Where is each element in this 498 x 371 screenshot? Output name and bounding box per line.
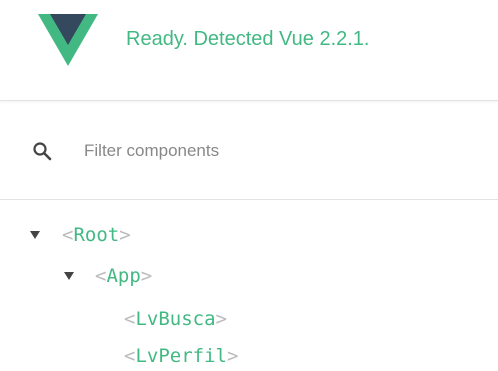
component-tag: <App> bbox=[95, 263, 152, 289]
search-icon bbox=[33, 142, 52, 161]
open-bracket: < bbox=[62, 224, 74, 246]
component-tag: <LvBusca> bbox=[124, 306, 227, 332]
close-bracket: > bbox=[215, 308, 227, 330]
caret-down-icon[interactable] bbox=[64, 272, 74, 280]
component-tree: <Root> <App> <LvBusca> <LvPerfil> bbox=[0, 200, 498, 371]
component-name: LvPerfil bbox=[135, 345, 227, 367]
tree-item-lvperfil[interactable]: <LvPerfil> bbox=[0, 341, 498, 371]
status-message: Ready. Detected Vue 2.2.1. bbox=[126, 28, 370, 50]
component-name: App bbox=[106, 265, 141, 287]
tree-item-app[interactable]: <App> bbox=[0, 261, 498, 291]
filter-components-input[interactable] bbox=[76, 137, 472, 165]
open-bracket: < bbox=[124, 308, 136, 330]
open-bracket: < bbox=[95, 265, 107, 287]
tree-item-lvbusca[interactable]: <LvBusca> bbox=[0, 304, 498, 334]
close-bracket: > bbox=[140, 265, 153, 287]
devtools-header: Ready. Detected Vue 2.2.1. bbox=[0, 0, 498, 101]
component-name: Root bbox=[73, 224, 120, 246]
tree-item-root[interactable]: <Root> bbox=[0, 220, 498, 250]
component-name: LvBusca bbox=[135, 308, 216, 330]
open-bracket: < bbox=[124, 345, 136, 367]
component-tag: <LvPerfil> bbox=[124, 343, 238, 369]
component-search-bar bbox=[0, 101, 498, 200]
component-tag: <Root> bbox=[62, 222, 131, 248]
close-bracket: > bbox=[119, 224, 131, 246]
close-bracket: > bbox=[226, 345, 239, 367]
caret-down-icon[interactable] bbox=[30, 231, 40, 239]
vue-logo-icon bbox=[38, 14, 98, 66]
